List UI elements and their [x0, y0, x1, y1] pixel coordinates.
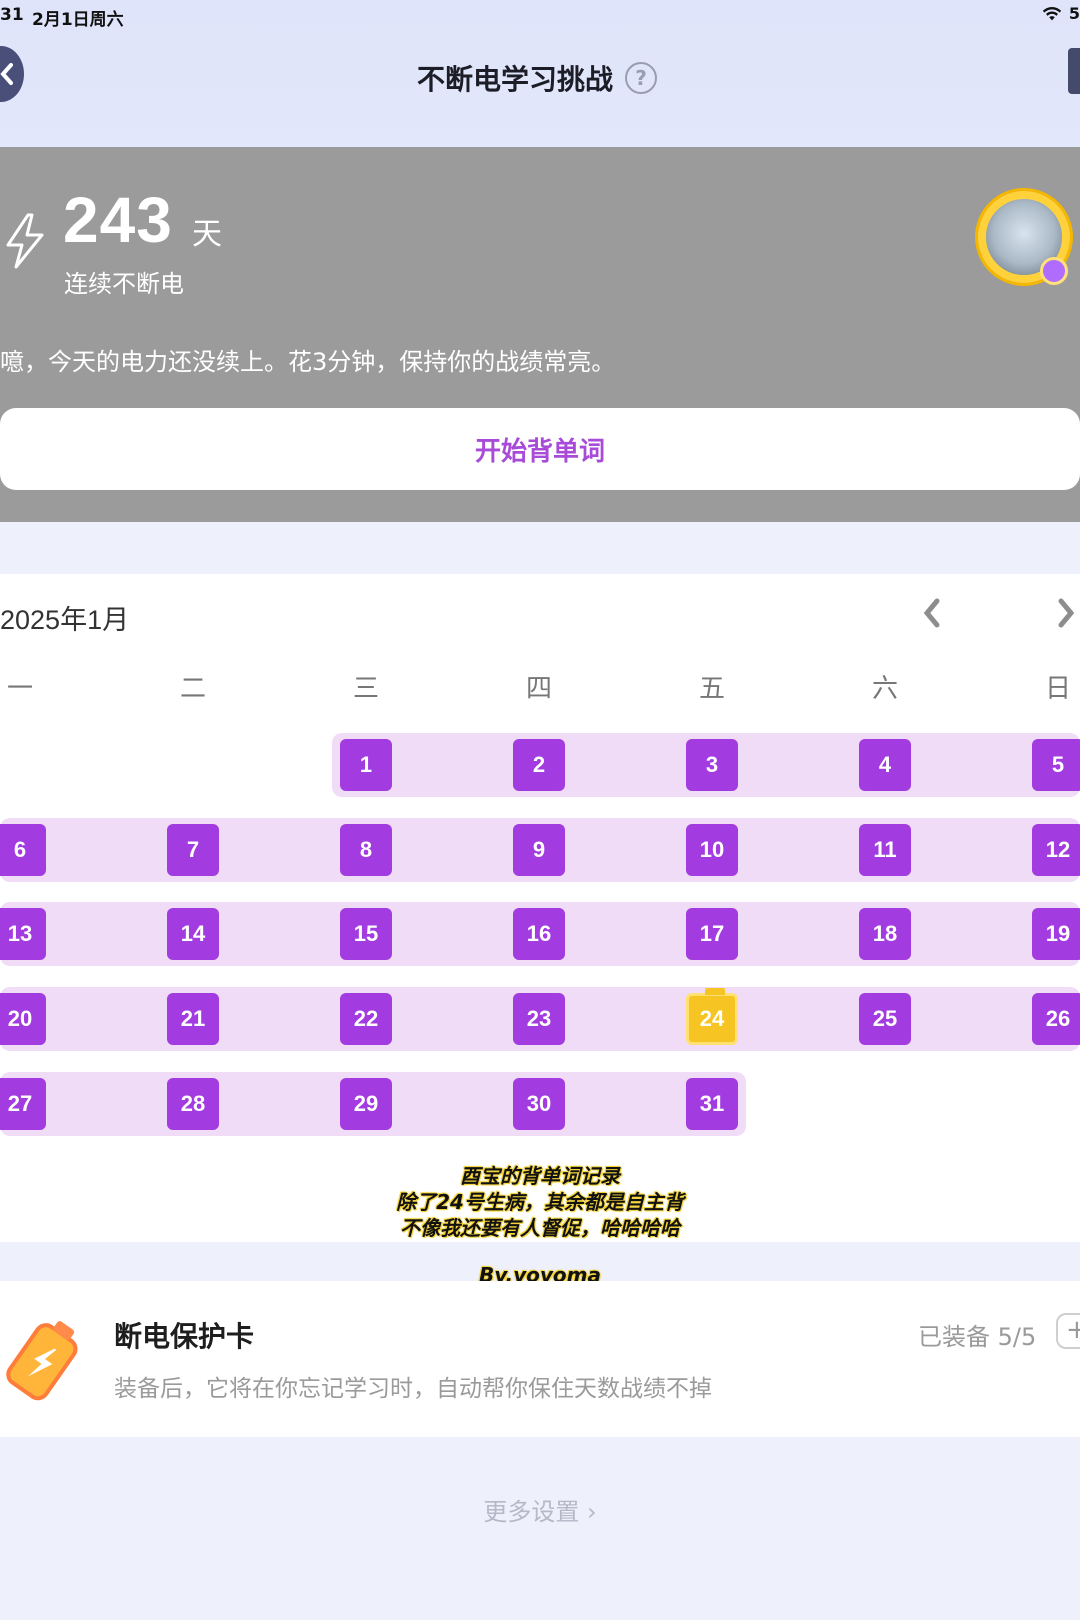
calendar-day[interactable]: 1 [340, 739, 392, 791]
battery-level: 5 [1068, 4, 1080, 23]
protection-card-description: 装备后，它将在你忘记学习时，自动帮你保住天数战绩不掉 [114, 1376, 712, 1402]
protection-card-status: 已装备 5/5 [918, 1323, 1037, 1351]
calendar-day[interactable]: 10 [686, 824, 738, 876]
caption-line-3: 不像我还要有人督促，哈哈哈哈 [400, 1216, 680, 1240]
calendar-day[interactable]: 26 [1032, 993, 1080, 1045]
calendar-day[interactable]: 30 [513, 1078, 565, 1130]
help-icon[interactable]: ? [625, 62, 658, 94]
calendar-day[interactable]: 6 [0, 824, 46, 876]
calendar-day[interactable]: 31 [686, 1078, 738, 1130]
calendar-day[interactable]: 22 [340, 993, 392, 1045]
start-studying-button[interactable]: 开始背单词 [0, 408, 1080, 490]
calendar-day[interactable]: 2 [513, 739, 565, 791]
calendar-day[interactable]: 12 [1032, 824, 1080, 876]
streak-message: 噫，今天的电力还没续上。花3分钟，保持你的战绩常亮。 [0, 348, 616, 376]
calendar-day[interactable]: 19 [1032, 908, 1080, 960]
chevron-right-icon[interactable] [1054, 596, 1078, 630]
calendar-day[interactable]: 20 [0, 993, 46, 1045]
streak-label: 连续不断电 [64, 270, 184, 298]
calendar-day[interactable]: 18 [859, 908, 911, 960]
calendar-day[interactable]: 25 [859, 993, 911, 1045]
page-title: 不断电学习挑战 ? [417, 58, 658, 98]
caption-line-1: 酉宝的背单词记录 [460, 1164, 620, 1188]
calendar-card: 2025年1月 1 2 3 4 5 6 7 8 9 10 11 12 13 14 15 16 17 18 19 20 2… [0, 574, 1080, 1242]
lightning-icon [6, 213, 44, 269]
streak-days: 243 [63, 184, 173, 256]
weekday-label: 日 [1044, 674, 1071, 704]
page-title-text: 不断电学习挑战 [417, 63, 614, 96]
chevron-left-icon [0, 63, 13, 85]
calendar-day[interactable]: 11 [859, 824, 911, 876]
wifi-icon [1042, 6, 1062, 20]
battery-card-icon [6, 1321, 78, 1401]
more-settings-link[interactable]: 更多设置 › [0, 1492, 1080, 1527]
streak-panel: 243 天 连续不断电 噫，今天的电力还没续上。花3分钟，保持你的战绩常亮。 开… [0, 147, 1080, 522]
calendar-day[interactable]: 16 [513, 908, 565, 960]
calendar-day[interactable]: 7 [167, 824, 219, 876]
add-button[interactable]: + [1056, 1313, 1080, 1349]
calendar-day[interactable]: 8 [340, 824, 392, 876]
caption-line-2: 除了24号生病，其余都是自主背 [396, 1190, 684, 1214]
calendar-day[interactable]: 23 [513, 993, 565, 1045]
calendar-day[interactable]: 29 [340, 1078, 392, 1130]
calendar-day[interactable]: 9 [513, 824, 565, 876]
calendar-day[interactable]: 5 [1032, 739, 1080, 791]
avatar-badge-icon [1040, 257, 1068, 285]
protection-card-title: 断电保护卡 [114, 1320, 255, 1353]
protection-card[interactable]: 断电保护卡 装备后，它将在你忘记学习时，自动帮你保住天数战绩不掉 已装备 5/5… [0, 1281, 1080, 1437]
weekday-label: 三 [352, 674, 379, 704]
status-right: 5 [1041, 4, 1080, 23]
weekday-label: 二 [179, 674, 206, 704]
weekday-label: 四 [525, 674, 552, 704]
calendar-day[interactable]: 28 [167, 1078, 219, 1130]
calendar-day[interactable]: 3 [686, 739, 738, 791]
weekday-label: 五 [698, 674, 725, 704]
calendar-day[interactable]: 21 [167, 993, 219, 1045]
calendar-month: 2025年1月 [0, 605, 130, 635]
weekday-label: 一 [6, 674, 33, 704]
calendar-day[interactable]: 27 [0, 1078, 46, 1130]
calendar-day[interactable]: 17 [686, 908, 738, 960]
status-bar: 31 2月1日周六 5 [0, 0, 1080, 30]
streak-unit: 天 [192, 217, 222, 252]
weekday-label: 六 [871, 674, 898, 704]
calendar-day[interactable]: 13 [0, 908, 46, 960]
calendar-day-highlighted[interactable]: 24 [686, 988, 738, 1045]
gift-icon[interactable] [1068, 48, 1080, 94]
calendar-day[interactable]: 15 [340, 908, 392, 960]
chevron-left-icon[interactable] [920, 596, 944, 630]
calendar-day[interactable]: 14 [167, 908, 219, 960]
status-time: 31 [0, 5, 24, 25]
status-date: 2月1日周六 [32, 10, 124, 30]
calendar-day[interactable]: 4 [859, 739, 911, 791]
